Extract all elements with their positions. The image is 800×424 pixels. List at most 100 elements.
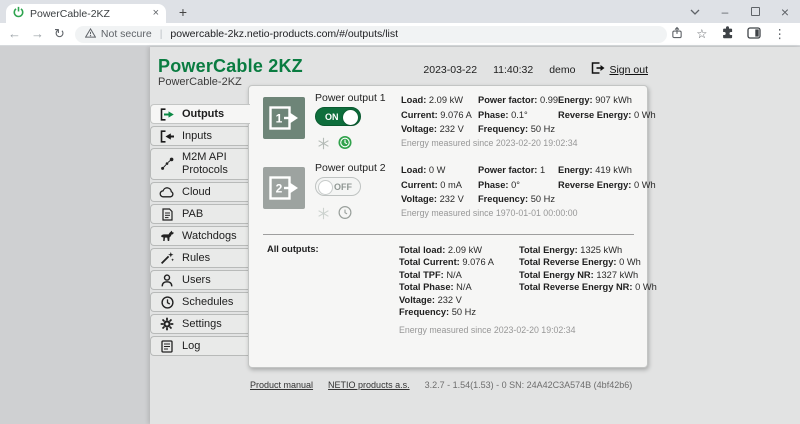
url-separator: | bbox=[160, 28, 163, 40]
cloud-icon bbox=[159, 187, 175, 198]
all-outputs-label: All outputs: bbox=[267, 244, 319, 254]
m2m-api-icon bbox=[159, 157, 175, 171]
sidebar-item-settings[interactable]: Settings bbox=[150, 314, 249, 334]
output2-schedule-clock-icon[interactable] bbox=[338, 205, 352, 219]
share-icon[interactable] bbox=[671, 26, 683, 42]
tab-search-chevron-icon[interactable] bbox=[680, 0, 710, 23]
netio-company-link[interactable]: NETIO products a.s. bbox=[328, 380, 410, 390]
outputs-icon bbox=[159, 108, 175, 121]
sign-out-link[interactable]: Sign out bbox=[591, 62, 648, 77]
panel-divider bbox=[263, 234, 634, 235]
output1-box-icon: 1 bbox=[263, 97, 305, 139]
extensions-puzzle-icon[interactable] bbox=[721, 26, 734, 42]
output2-stats-col3: Energy: 419 kWhReverse Energy: 0 Wh bbox=[558, 165, 656, 194]
page-title: PowerCable 2KZ bbox=[158, 56, 303, 77]
output1-state-label: ON bbox=[325, 112, 339, 122]
stat-line: Phase: 0° bbox=[478, 180, 555, 195]
sign-out-label: Sign out bbox=[609, 64, 648, 76]
all-outputs-col2: Total Energy: 1325 kWhTotal Reverse Ener… bbox=[519, 245, 657, 295]
stat-line: Total Energy NR: 1327 kWh bbox=[519, 270, 657, 282]
sidebar-item-m2m-api-protocols[interactable]: M2M API Protocols bbox=[150, 148, 249, 180]
outputs-panel: 1 Power output 1 ON Load: 2.09 kWCurrent… bbox=[248, 85, 648, 368]
bookmark-star-icon[interactable]: ☆ bbox=[696, 27, 707, 41]
product-manual-link[interactable]: Product manual bbox=[250, 380, 313, 390]
close-tab-icon[interactable]: × bbox=[153, 8, 159, 19]
date-label: 2023-03-22 bbox=[423, 64, 477, 76]
stat-line: Total Reverse Energy NR: 0 Wh bbox=[519, 282, 657, 294]
magic-wand-icon bbox=[159, 251, 175, 265]
header-status-bar: 2023-03-22 11:40:32 demo Sign out bbox=[423, 62, 648, 77]
output2-stats-col1: Load: 0 WCurrent: 0 mAVoltage: 232 V bbox=[401, 165, 464, 209]
all-outputs-col1: Total load: 2.09 kWTotal Current: 9.076 … bbox=[399, 245, 494, 319]
output1-snowflake-icon[interactable] bbox=[316, 136, 330, 150]
svg-text:2: 2 bbox=[276, 182, 283, 196]
sidebar-item-rules[interactable]: Rules bbox=[150, 248, 249, 268]
stat-line: Load: 2.09 kW bbox=[401, 95, 472, 110]
device-name: PowerCable-2KZ bbox=[158, 76, 242, 88]
output2-stats-col2: Power factor: 1Phase: 0°Frequency: 50 Hz bbox=[478, 165, 555, 209]
app-container: PowerCable 2KZ PowerCable-2KZ 2023-03-22… bbox=[150, 47, 800, 424]
watchdog-dog-icon bbox=[159, 230, 175, 242]
output1-measured-since: Energy measured since 2023-02-20 19:02:3… bbox=[401, 138, 578, 148]
url-text: powercable-2kz.netio-products.com/#/outp… bbox=[170, 28, 398, 40]
gear-icon bbox=[159, 317, 175, 331]
user-icon bbox=[159, 274, 175, 287]
output1-name: Power output 1 bbox=[315, 92, 386, 104]
side-panel-icon[interactable] bbox=[747, 27, 761, 42]
all-outputs-measured-since: Energy measured since 2023-02-20 19:02:3… bbox=[399, 325, 576, 335]
stat-line: Total Reverse Energy: 0 Wh bbox=[519, 257, 657, 269]
stat-line: Total load: 2.09 kW bbox=[399, 245, 494, 257]
sidebar-item-schedules[interactable]: Schedules bbox=[150, 292, 249, 312]
forward-icon[interactable]: → bbox=[31, 24, 44, 44]
output2-state-label: OFF bbox=[334, 182, 352, 192]
stat-line: Power factor: 0.99 bbox=[478, 95, 558, 110]
window-controls: – × bbox=[680, 0, 800, 23]
output2-toggle[interactable]: OFF bbox=[315, 177, 361, 196]
browser-window: PowerCable-2KZ × + – × ← → ↻ Not secure … bbox=[0, 0, 800, 424]
firmware-version-label: 3.2.7 - 1.54(1.53) - 0 SN: 24A42C3A574B … bbox=[425, 380, 633, 390]
toolbar-icons: ☆ ⋮ bbox=[671, 26, 786, 42]
back-icon[interactable]: ← bbox=[8, 24, 21, 44]
output2-snowflake-icon[interactable] bbox=[316, 206, 330, 220]
sidebar-item-cloud[interactable]: Cloud bbox=[150, 182, 249, 202]
pab-document-icon bbox=[159, 208, 175, 221]
output1-schedule-clock-icon[interactable] bbox=[338, 135, 352, 149]
output1-stats-col1: Load: 2.09 kWCurrent: 9.076 AVoltage: 23… bbox=[401, 95, 472, 139]
output1-stats-col3: Energy: 907 kWhReverse Energy: 0 Wh bbox=[558, 95, 656, 124]
output1-stats-col2: Power factor: 0.99Phase: 0.1°Frequency: … bbox=[478, 95, 558, 139]
stat-line: Voltage: 232 V bbox=[401, 124, 472, 139]
time-label: 11:40:32 bbox=[493, 64, 533, 76]
refresh-icon[interactable]: ↻ bbox=[54, 24, 65, 44]
sidebar-item-pab[interactable]: PAB bbox=[150, 204, 249, 224]
url-bar[interactable]: Not secure | powercable-2kz.netio-produc… bbox=[75, 26, 667, 43]
sidebar-item-users[interactable]: Users bbox=[150, 270, 249, 290]
minimize-button[interactable]: – bbox=[710, 0, 740, 23]
new-tab-button[interactable]: + bbox=[174, 4, 192, 22]
log-icon bbox=[159, 340, 175, 353]
browser-tab[interactable]: PowerCable-2KZ × bbox=[6, 4, 166, 23]
stat-line: Total Phase: N/A bbox=[399, 282, 494, 294]
close-window-button[interactable]: × bbox=[770, 0, 800, 23]
not-secure-label: Not secure bbox=[101, 28, 152, 40]
stat-line: Voltage: 232 V bbox=[399, 295, 494, 307]
menu-kebab-icon[interactable]: ⋮ bbox=[774, 27, 787, 41]
sign-out-icon bbox=[591, 62, 605, 77]
inputs-icon bbox=[159, 130, 175, 143]
sidebar-item-log[interactable]: Log bbox=[150, 336, 249, 356]
stat-line: Total Energy: 1325 kWh bbox=[519, 245, 657, 257]
sidebar-item-inputs[interactable]: Inputs bbox=[150, 126, 249, 146]
svg-text:1: 1 bbox=[276, 112, 283, 126]
stat-line: Frequency: 50 Hz bbox=[399, 307, 494, 319]
stat-line: Reverse Energy: 0 Wh bbox=[558, 180, 656, 195]
browser-toolbar: ← → ↻ Not secure | powercable-2kz.netio-… bbox=[0, 23, 800, 46]
output1-toggle-knob bbox=[343, 110, 358, 125]
stat-line: Frequency: 50 Hz bbox=[478, 194, 555, 209]
stat-line: Current: 0 mA bbox=[401, 180, 464, 195]
output1-toggle[interactable]: ON bbox=[315, 107, 361, 126]
sidebar-item-outputs[interactable]: Outputs bbox=[150, 104, 250, 124]
stat-line: Frequency: 50 Hz bbox=[478, 124, 558, 139]
sidebar-item-watchdogs[interactable]: Watchdogs bbox=[150, 226, 249, 246]
username-label: demo bbox=[549, 64, 575, 76]
output2-box-icon: 2 bbox=[263, 167, 305, 209]
maximize-button[interactable] bbox=[740, 0, 770, 23]
